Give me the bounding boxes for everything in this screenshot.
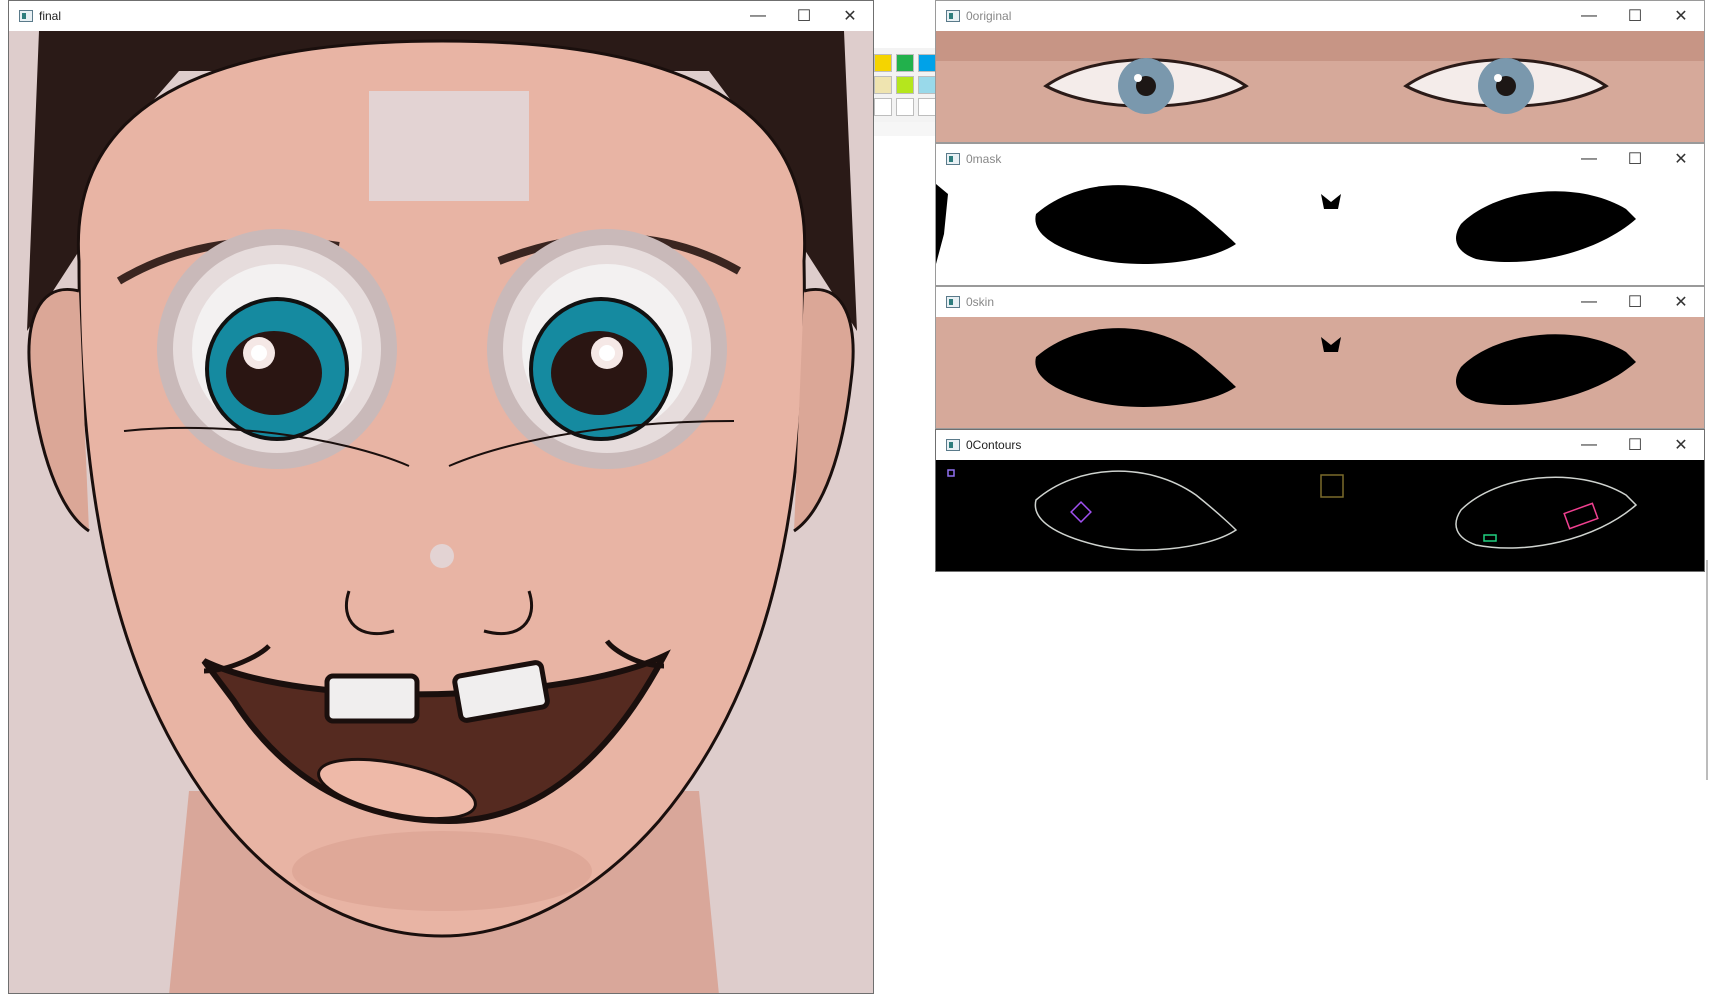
skin-extraction <box>936 317 1704 428</box>
chin-shading <box>292 831 592 911</box>
minimize-button[interactable]: — <box>1566 1 1612 31</box>
right-cartoon-eye <box>487 229 727 469</box>
close-icon: ✕ <box>843 8 857 25</box>
maximize-button[interactable]: ☐ <box>781 1 827 31</box>
palette-swatch-yellow[interactable] <box>874 54 892 72</box>
minimize-icon: — <box>1581 293 1597 310</box>
title-bar[interactable]: final — ☐ ✕ <box>9 1 873 31</box>
skin-image <box>936 317 1704 428</box>
minimize-button[interactable]: — <box>1566 287 1612 317</box>
maximize-button[interactable]: ☐ <box>1612 144 1658 174</box>
window-title: 0skin <box>966 295 995 309</box>
close-icon: ✕ <box>1674 151 1688 168</box>
maximize-icon: ☐ <box>796 8 812 25</box>
minimize-button[interactable]: — <box>1566 144 1612 174</box>
maximize-button[interactable]: ☐ <box>1612 287 1658 317</box>
background-edge <box>1706 560 1708 780</box>
close-button[interactable]: ✕ <box>1658 430 1704 460</box>
window-title: 0Contours <box>966 438 1022 452</box>
contours-image <box>936 460 1704 571</box>
window-0skin[interactable]: 0skin — ☐ ✕ <box>935 286 1705 429</box>
maximize-icon: ☐ <box>1627 151 1643 168</box>
close-icon: ✕ <box>1674 8 1688 25</box>
close-button[interactable]: ✕ <box>827 1 873 31</box>
title-bar[interactable]: 0skin — ☐ ✕ <box>936 287 1704 317</box>
paint-color-palette[interactable] <box>874 48 936 122</box>
palette-swatch-green[interactable] <box>896 54 914 72</box>
eyes-photo <box>936 31 1704 142</box>
maximize-icon: ☐ <box>1627 437 1643 454</box>
app-window-icon <box>19 10 33 22</box>
mask-image <box>936 174 1704 285</box>
cartoon-face-image <box>9 31 873 993</box>
maximize-button[interactable]: ☐ <box>1612 1 1658 31</box>
background-gap <box>874 122 936 136</box>
minimize-icon: — <box>1581 7 1597 24</box>
app-window-icon <box>946 153 960 165</box>
minimize-icon: — <box>1581 150 1597 167</box>
palette-swatch-lime[interactable] <box>896 76 914 94</box>
window-final[interactable]: final — ☐ ✕ <box>8 0 874 994</box>
close-button[interactable]: ✕ <box>1658 1 1704 31</box>
forehead-highlight <box>369 91 529 201</box>
title-bar[interactable]: 0original — ☐ ✕ <box>936 1 1704 31</box>
close-button[interactable]: ✕ <box>1658 144 1704 174</box>
maximize-icon: ☐ <box>1627 8 1643 25</box>
window-title: 0mask <box>966 152 1002 166</box>
app-window-icon <box>946 10 960 22</box>
window-0mask[interactable]: 0mask — ☐ ✕ <box>935 143 1705 286</box>
final-image-canvas <box>9 31 873 993</box>
minimize-icon: — <box>750 7 766 24</box>
window-title: final <box>39 9 62 23</box>
window-title: 0original <box>966 9 1012 23</box>
title-bar[interactable]: 0mask — ☐ ✕ <box>936 144 1704 174</box>
original-eyes-image <box>936 31 1704 142</box>
title-bar[interactable]: 0Contours — ☐ ✕ <box>936 430 1704 460</box>
minimize-icon: — <box>1581 436 1597 453</box>
app-window-icon <box>946 439 960 451</box>
palette-swatch-blue[interactable] <box>918 54 936 72</box>
window-0contours[interactable]: 0Contours — ☐ ✕ <box>935 429 1705 572</box>
minimize-button[interactable]: — <box>1566 430 1612 460</box>
left-tooth <box>324 673 420 724</box>
maximize-icon: ☐ <box>1627 294 1643 311</box>
palette-swatch-white-1[interactable] <box>874 98 892 116</box>
nose-highlight <box>430 544 454 568</box>
palette-swatch-cream[interactable] <box>874 76 892 94</box>
binary-mask <box>936 174 1704 285</box>
palette-swatch-white-2[interactable] <box>896 98 914 116</box>
close-icon: ✕ <box>1674 294 1688 311</box>
close-button[interactable]: ✕ <box>1658 287 1704 317</box>
contour-visualization <box>936 460 1704 571</box>
palette-swatch-white-3[interactable] <box>918 98 936 116</box>
app-window-icon <box>946 296 960 308</box>
maximize-button[interactable]: ☐ <box>1612 430 1658 460</box>
palette-swatch-lightblue[interactable] <box>918 76 936 94</box>
minimize-button[interactable]: — <box>735 1 781 31</box>
close-icon: ✕ <box>1674 437 1688 454</box>
window-0original[interactable]: 0original — ☐ ✕ <box>935 0 1705 143</box>
